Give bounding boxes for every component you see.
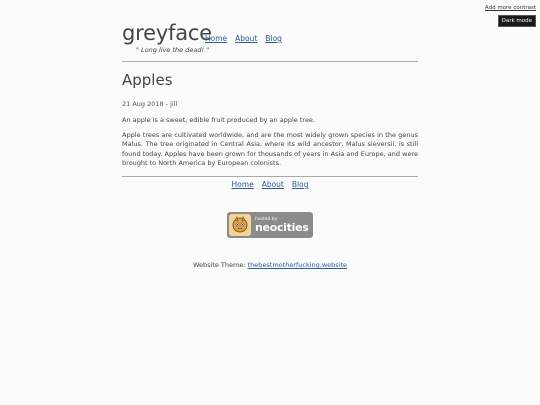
post-paragraph: An apple is a sweet, edible fruit produc… bbox=[122, 116, 315, 124]
footer-about-link[interactable]: About bbox=[262, 180, 284, 189]
theme-credit: Website Theme: thebestmotherfucking.webs… bbox=[0, 261, 540, 269]
theme-link[interactable]: thebestmotherfucking.website bbox=[248, 261, 347, 269]
footer-blog-link[interactable]: Blog bbox=[292, 180, 309, 189]
add-contrast-link[interactable]: Add more contrast bbox=[485, 4, 536, 12]
accessibility-controls: Add more contrast Dark mode bbox=[485, 4, 536, 27]
header-nav: Home About Blog bbox=[205, 34, 282, 43]
site-header: greyface Home About Blog " Long live the… bbox=[122, 20, 418, 54]
footer-home-link[interactable]: Home bbox=[232, 180, 254, 189]
neocities-badge[interactable]: hosted by neocities bbox=[227, 212, 313, 238]
neocities-cat-icon bbox=[229, 214, 251, 236]
theme-label: Website Theme: bbox=[192, 261, 248, 269]
site-title[interactable]: greyface bbox=[122, 20, 212, 46]
post-title: Apples bbox=[122, 71, 173, 89]
site-tagline: " Long live the dead! " bbox=[136, 46, 210, 54]
post-paragraph: Apple trees are cultivated worldwide, an… bbox=[122, 131, 418, 168]
header-divider bbox=[122, 61, 418, 62]
footer-nav: Home About Blog bbox=[122, 180, 418, 189]
post-meta: 21 Aug 2018 - jill bbox=[122, 100, 178, 108]
neocities-badge-text: hosted by neocities bbox=[255, 217, 309, 234]
dark-mode-button[interactable]: Dark mode bbox=[497, 15, 536, 27]
nav-about-link[interactable]: About bbox=[235, 34, 257, 43]
footer-divider bbox=[122, 176, 418, 177]
nav-blog-link[interactable]: Blog bbox=[265, 34, 282, 43]
badge-large-text: neocities bbox=[255, 221, 309, 234]
nav-home-link[interactable]: Home bbox=[205, 34, 227, 43]
